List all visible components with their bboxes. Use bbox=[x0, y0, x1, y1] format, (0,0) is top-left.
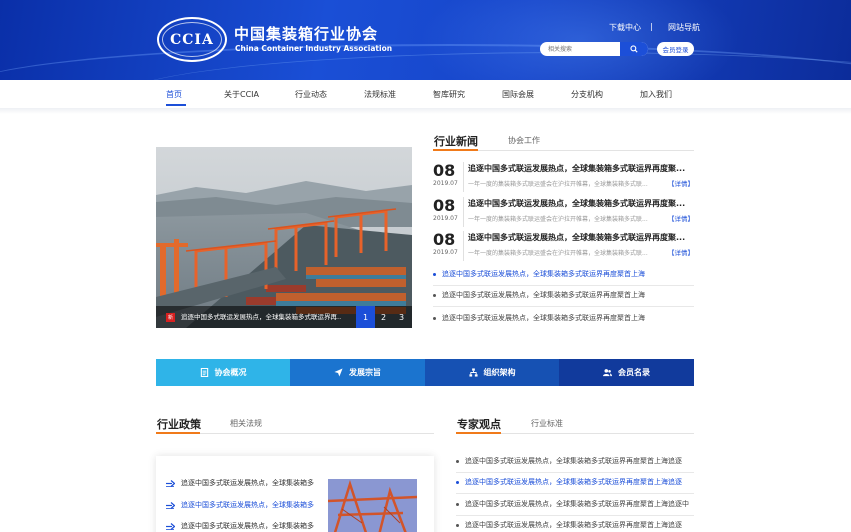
policy-list-item[interactable]: 追逐中国多式联运发展热点，全球集装箱多 bbox=[166, 478, 318, 488]
news-year-month: 2019.07 bbox=[433, 215, 458, 222]
news-list-text: 追逐中国多式联运发展热点，全球集装箱多式联运界再度聚首上海 bbox=[442, 291, 645, 299]
news-list-item[interactable]: 追逐中国多式联运发展热点，全球集装箱多式联运界再度聚首上海 bbox=[433, 269, 645, 279]
bullet-dot-icon bbox=[433, 316, 436, 320]
new-tag: 新 bbox=[166, 313, 175, 322]
crane-photo bbox=[328, 479, 417, 532]
member-login-button[interactable]: 会员登录 bbox=[657, 42, 694, 56]
document-icon bbox=[200, 368, 209, 377]
opinion-list-item[interactable]: 追逐中国多式联运发展热点，全球集装箱多式联运界再度聚首上海追逐 bbox=[456, 456, 696, 466]
opinion-item-text: 追逐中国多式联运发展热点，全球集装箱多式联运界再度聚首上海追逐 bbox=[465, 457, 682, 465]
quick-link-label: 组织架构 bbox=[483, 368, 516, 377]
news-detail-link[interactable]: 【详情】 bbox=[668, 178, 694, 188]
quick-link-label: 发展宗旨 bbox=[349, 368, 381, 377]
tab-association-work[interactable]: 协会工作 bbox=[508, 135, 540, 146]
download-center-link[interactable]: 下载中心 bbox=[609, 22, 641, 33]
arrow-right-icon bbox=[166, 522, 176, 530]
opinion-list-item[interactable]: 追逐中国多式联运发展热点，全球集装箱多式联运界再度聚首上海追逐 bbox=[456, 477, 696, 487]
sitemap-link[interactable]: 网站导航 bbox=[668, 22, 700, 33]
carousel-caption[interactable]: 追逐中国多式联运发展热点，全球集装箱多式联运界再... bbox=[181, 311, 341, 321]
policy-item-text: 追逐中国多式联运发展热点，全球集装箱多 bbox=[181, 522, 314, 530]
bullet-dot-icon bbox=[456, 480, 459, 484]
site-header bbox=[0, 0, 851, 80]
opinion-item-text: 追逐中国多式联运发展热点，全球集装箱多式联运界再度聚首上海追逐中 bbox=[465, 500, 689, 508]
industry-news-title[interactable]: 行业新闻 bbox=[434, 133, 478, 149]
bullet-dot-icon bbox=[433, 272, 436, 276]
nav-item-6[interactable]: 分支机构 bbox=[571, 89, 603, 100]
news-list-text: 追逐中国多式联运发展热点，全球集装箱多式联运界再度聚首上海 bbox=[442, 314, 645, 322]
search-input[interactable] bbox=[548, 44, 618, 54]
arrow-right-icon bbox=[166, 479, 176, 487]
news-summary: 一年一度的集装箱多式联运盛会在沪拉开帷幕，全球集装箱多式联... bbox=[468, 181, 648, 188]
search-button[interactable] bbox=[620, 42, 648, 56]
carousel-page-2[interactable]: 2 bbox=[374, 306, 393, 328]
carousel-page-3[interactable]: 3 bbox=[392, 306, 411, 328]
site-title-en: China Container Industry Association bbox=[235, 44, 393, 53]
ccia-logo[interactable]: CCIA bbox=[157, 17, 227, 62]
nav-item-2[interactable]: 行业动态 bbox=[295, 89, 327, 100]
logo-text: CCIA bbox=[162, 22, 222, 57]
quick-link-3[interactable]: 会员名录 bbox=[559, 359, 694, 386]
hero-carousel[interactable]: 新 追逐中国多式联运发展热点，全球集装箱多式联运界再... 1 2 3 bbox=[156, 147, 412, 328]
org-chart-icon bbox=[468, 368, 478, 377]
policy-title[interactable]: 行业政策 bbox=[157, 416, 201, 432]
search-box bbox=[540, 42, 648, 56]
bullet-dot-icon bbox=[433, 293, 436, 297]
quick-link-2[interactable]: 组织架构 bbox=[425, 359, 559, 386]
nav-item-5[interactable]: 国际会展 bbox=[502, 89, 534, 100]
news-day: 08 bbox=[433, 161, 456, 180]
news-title[interactable]: 追逐中国多式联运发展热点，全球集装箱多式联运界再度聚... bbox=[468, 163, 694, 174]
news-detail-link[interactable]: 【详情】 bbox=[668, 213, 694, 223]
opinion-list-item[interactable]: 追逐中国多式联运发展热点，全球集装箱多式联运界再度聚首上海追逐 bbox=[456, 520, 696, 530]
arrow-right-icon bbox=[166, 501, 176, 509]
bullet-dot-icon bbox=[456, 459, 459, 463]
nav-item-0[interactable]: 首页 bbox=[166, 89, 182, 100]
quick-link-1[interactable]: 发展宗旨 bbox=[290, 359, 425, 386]
policy-list-item[interactable]: 追逐中国多式联运发展热点，全球集装箱多 bbox=[166, 521, 318, 531]
users-icon bbox=[603, 368, 612, 377]
policy-item-text: 追逐中国多式联运发展热点，全球集装箱多 bbox=[181, 501, 314, 509]
container-port-image bbox=[156, 147, 412, 328]
news-summary: 一年一度的集装箱多式联运盛会在沪拉开帷幕，全球集装箱多式联... bbox=[468, 250, 648, 257]
bullet-dot-icon bbox=[456, 523, 459, 527]
policy-image[interactable] bbox=[328, 479, 417, 532]
nav-item-4[interactable]: 智库研究 bbox=[433, 89, 465, 100]
news-title[interactable]: 追逐中国多式联运发展热点，全球集装箱多式联运界再度聚... bbox=[468, 232, 694, 243]
news-year-month: 2019.07 bbox=[433, 180, 458, 187]
send-icon bbox=[334, 368, 343, 377]
bullet-dot-icon bbox=[456, 502, 459, 506]
nav-item-7[interactable]: 加入我们 bbox=[640, 89, 672, 100]
nav-active-indicator bbox=[166, 104, 186, 106]
policy-item-text: 追逐中国多式联运发展热点，全球集装箱多 bbox=[181, 479, 314, 487]
tab-related-regulations[interactable]: 相关法规 bbox=[230, 418, 262, 429]
news-summary: 一年一度的集装箱多式联运盛会在沪拉开帷幕，全球集装箱多式联... bbox=[468, 216, 648, 223]
opinion-item-text: 追逐中国多式联运发展热点，全球集装箱多式联运界再度聚首上海追逐 bbox=[465, 478, 682, 486]
top-link-separator: | bbox=[650, 22, 653, 31]
policy-list-item[interactable]: 追逐中国多式联运发展热点，全球集装箱多 bbox=[166, 500, 318, 510]
opinion-list-item[interactable]: 追逐中国多式联运发展热点，全球集装箱多式联运界再度聚首上海追逐中 bbox=[456, 499, 696, 509]
site-title-cn: 中国集装箱行业协会 bbox=[234, 25, 379, 43]
news-title[interactable]: 追逐中国多式联运发展热点，全球集装箱多式联运界再度聚... bbox=[468, 198, 694, 209]
news-year-month: 2019.07 bbox=[433, 249, 458, 256]
tab-industry-standards[interactable]: 行业标准 bbox=[531, 418, 563, 429]
news-detail-link[interactable]: 【详情】 bbox=[668, 247, 694, 257]
nav-item-1[interactable]: 关于CCIA bbox=[224, 89, 259, 100]
quick-link-label: 会员名录 bbox=[618, 368, 650, 377]
nav-item-3[interactable]: 法规标准 bbox=[364, 89, 396, 100]
quick-link-label: 协会概况 bbox=[214, 368, 247, 377]
carousel-page-1[interactable]: 1 bbox=[356, 306, 375, 328]
opinion-item-text: 追逐中国多式联运发展热点，全球集装箱多式联运界再度聚首上海追逐 bbox=[465, 521, 682, 529]
search-icon bbox=[630, 45, 638, 53]
news-day: 08 bbox=[433, 196, 456, 215]
news-day: 08 bbox=[433, 230, 456, 249]
news-list-item[interactable]: 追逐中国多式联运发展热点，全球集装箱多式联运界再度聚首上海 bbox=[433, 313, 645, 323]
news-list-text: 追逐中国多式联运发展热点，全球集装箱多式联运界再度聚首上海 bbox=[442, 270, 645, 278]
quick-link-0[interactable]: 协会概况 bbox=[156, 359, 290, 386]
news-list-item[interactable]: 追逐中国多式联运发展热点，全球集装箱多式联运界再度聚首上海 bbox=[433, 290, 645, 300]
expert-opinion-title[interactable]: 专家观点 bbox=[457, 416, 501, 432]
